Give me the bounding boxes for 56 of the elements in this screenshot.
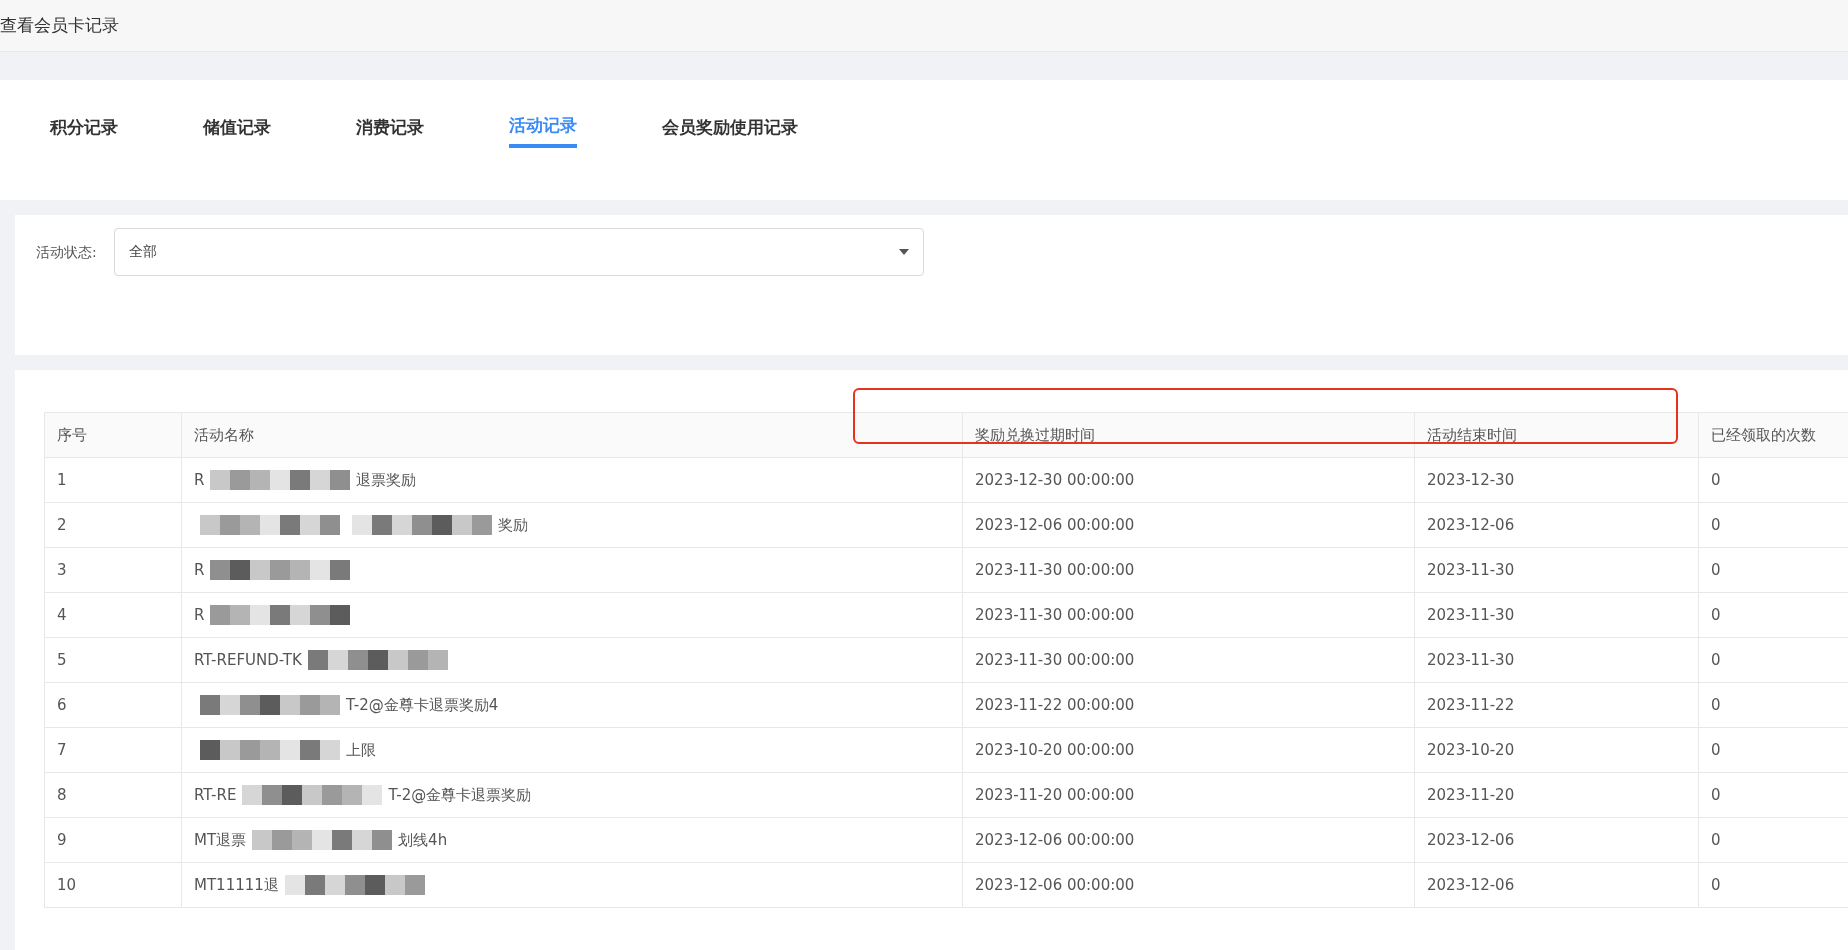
table-cell: 2023-11-30 00:00:00 <box>962 592 1415 638</box>
table-cell: 2023-12-06 00:00:00 <box>962 817 1415 863</box>
column-header: 活动名称 <box>181 412 963 458</box>
table-cell: 5 <box>44 637 182 683</box>
table-cell: 2023-12-06 <box>1414 817 1699 863</box>
table-cell: 2023-11-30 <box>1414 547 1699 593</box>
table-cell: 7 <box>44 727 182 773</box>
status-select[interactable]: 全部 <box>113 228 924 276</box>
column-header: 活动结束时间 <box>1414 412 1699 458</box>
activity-name-fragment: MT11111退 <box>194 875 279 894</box>
tab[interactable]: 储值记录 <box>203 80 271 148</box>
filter-label: 活动状态: <box>36 244 97 262</box>
tab[interactable]: 会员奖励使用记录 <box>662 80 798 148</box>
table-cell: 2023-12-06 00:00:00 <box>962 502 1415 548</box>
activity-name-fragment: 退票奖励 <box>356 470 417 489</box>
table-cell: 2023-11-30 00:00:00 <box>962 547 1415 593</box>
activity-name-fragment: 奖励 <box>498 515 528 534</box>
table-cell: 2023-11-22 <box>1414 682 1699 728</box>
activity-name-fragment: RT-RE <box>194 785 237 804</box>
table-cell: 2023-12-30 00:00:00 <box>962 457 1415 503</box>
tab[interactable]: 积分记录 <box>50 80 118 148</box>
activity-name-fragment: 划线4h <box>398 830 448 849</box>
table-cell: 2 <box>44 502 182 548</box>
activity-name-fragment: 上限 <box>346 740 376 759</box>
table-cell: 2023-10-20 00:00:00 <box>962 727 1415 773</box>
table-cell: 2023-11-22 00:00:00 <box>962 682 1415 728</box>
window-title: 查看会员卡记录 <box>0 14 119 37</box>
table-cell: 8 <box>44 772 182 818</box>
table-cell: 3 <box>44 547 182 593</box>
activity-name-fragment: MT退票 <box>194 830 247 849</box>
table-cell: 6 <box>44 682 182 728</box>
table-cell: 10 <box>44 862 182 908</box>
activity-name-fragment: T-2@金尊卡退票奖励 <box>388 785 532 804</box>
table-cell: 2023-12-06 <box>1414 862 1699 908</box>
column-header: 奖励兑换过期时间 <box>962 412 1415 458</box>
table-cell: 2023-11-30 00:00:00 <box>962 637 1415 683</box>
activity-name-fragment: T-2@金尊卡退票奖励4 <box>346 695 499 714</box>
activity-name-fragment: R <box>194 470 205 489</box>
activity-name-fragment: R <box>194 560 205 579</box>
table-cell: 2023-11-20 00:00:00 <box>962 772 1415 818</box>
table-cell: 2023-11-30 <box>1414 592 1699 638</box>
activity-name-fragment: R <box>194 605 205 624</box>
table-cell: 2023-12-06 00:00:00 <box>962 862 1415 908</box>
table-cell: 2023-11-30 <box>1414 637 1699 683</box>
tab[interactable]: 消费记录 <box>356 80 424 148</box>
table-cell: 2023-10-20 <box>1414 727 1699 773</box>
table-cell: 1 <box>44 457 182 503</box>
table-cell: 2023-12-30 <box>1414 457 1699 503</box>
table-cell: 2023-12-06 <box>1414 502 1699 548</box>
column-header: 序号 <box>44 412 182 458</box>
activity-name-fragment: RT-REFUND-TK <box>194 650 302 669</box>
table-cell: 2023-11-20 <box>1414 772 1699 818</box>
table-cell: 4 <box>44 592 182 638</box>
caret-icon <box>898 249 909 255</box>
table-cell: 9 <box>44 817 182 863</box>
column-header: 已经领取的次数 <box>1698 412 1848 458</box>
